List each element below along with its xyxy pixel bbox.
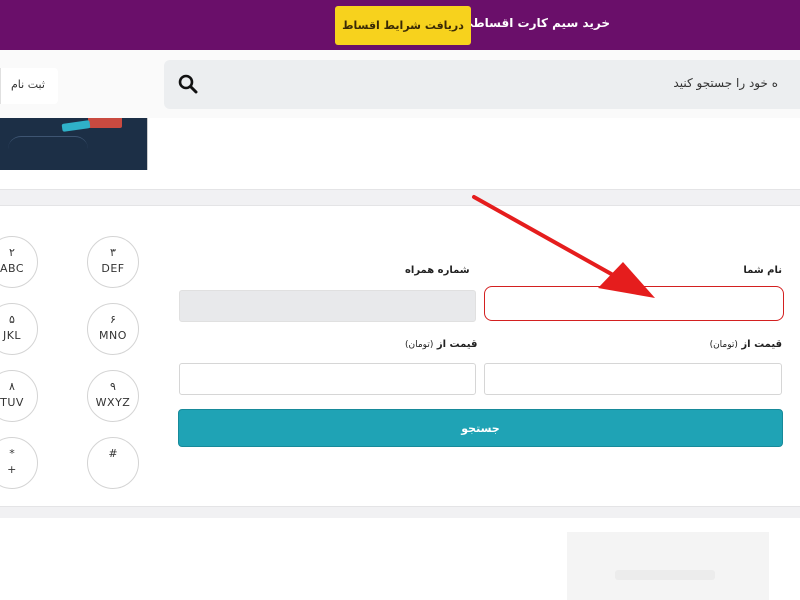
banner-panel: [0, 118, 800, 190]
banner-shape: [61, 120, 91, 132]
price-max-field[interactable]: [484, 363, 782, 395]
top-promo-bar: خرید سیم کارت اقساطی ! دریافت شرایط اقسا…: [0, 0, 800, 50]
banner-shape: [88, 118, 122, 128]
name-label: نام شما: [743, 265, 782, 276]
key-number: *: [9, 447, 15, 460]
keypad-key-8[interactable]: ۸ TUV: [0, 370, 38, 422]
key-letters: MNO: [99, 329, 127, 342]
name-field[interactable]: [484, 286, 784, 321]
key-number: ۳: [110, 246, 116, 259]
number-keypad: ۲ ABC ۳ DEF ۵ JKL ۶ MNO ۸ TUV ۹ WXYZ * +…: [0, 206, 160, 508]
search-submit-button[interactable]: جستجو: [178, 409, 783, 447]
phone-field[interactable]: [179, 290, 476, 322]
keypad-key-9[interactable]: ۹ WXYZ: [87, 370, 139, 422]
key-number: #: [108, 447, 118, 460]
key-letters: JKL: [2, 329, 22, 342]
key-letters: DEF: [101, 262, 125, 275]
keypad-key-hash[interactable]: #: [87, 437, 139, 489]
banner-shape: [8, 136, 88, 162]
search-placeholder: ه خود را جستجو کنید: [673, 76, 778, 90]
key-number: ۸: [9, 380, 15, 393]
keypad-key-star[interactable]: * +: [0, 437, 38, 489]
bottom-content-panel: [0, 518, 800, 600]
keypad-key-3[interactable]: ۳ DEF: [87, 236, 139, 288]
keypad-key-2[interactable]: ۲ ABC: [0, 236, 38, 288]
installment-terms-button[interactable]: دریافت شرایط اقساط: [335, 6, 471, 45]
key-number: ۶: [110, 313, 116, 326]
key-number: ۵: [9, 313, 15, 326]
search-icon[interactable]: [178, 74, 198, 94]
content-card: [567, 532, 769, 600]
keypad-key-6[interactable]: ۶ MNO: [87, 303, 139, 355]
price-from-label-right: قیمت از (تومان): [710, 339, 782, 350]
banner-image[interactable]: [0, 118, 148, 170]
phone-label: شماره همراه: [405, 265, 470, 276]
signup-label: ثبت نام: [11, 78, 45, 91]
site-header: ثبت نام ه خود را جستجو کنید: [0, 50, 800, 120]
price-from-label-left: قیمت از (تومان): [405, 339, 477, 350]
search-bar[interactable]: ه خود را جستجو کنید: [164, 60, 800, 109]
key-letters: TUV: [0, 396, 24, 409]
keypad-key-5[interactable]: ۵ JKL: [0, 303, 38, 355]
key-letters: ABC: [0, 262, 25, 275]
key-number: ۲: [9, 246, 15, 259]
key-number: ۹: [110, 380, 116, 393]
price-from-label-text: قیمت از: [741, 339, 782, 350]
placeholder-bar: [615, 570, 715, 580]
key-letters: WXYZ: [95, 396, 131, 409]
key-letters: +: [7, 463, 17, 476]
price-unit: (تومان): [405, 340, 434, 350]
sim-search-panel: ۲ ABC ۳ DEF ۵ JKL ۶ MNO ۸ TUV ۹ WXYZ * +…: [0, 205, 800, 507]
price-from-label-text: قیمت از: [436, 339, 478, 350]
signup-button[interactable]: ثبت نام: [0, 68, 58, 104]
price-unit: (تومان): [709, 340, 738, 350]
promo-text: خرید سیم کارت اقساطی !: [451, 16, 610, 30]
price-min-field[interactable]: [179, 363, 476, 395]
